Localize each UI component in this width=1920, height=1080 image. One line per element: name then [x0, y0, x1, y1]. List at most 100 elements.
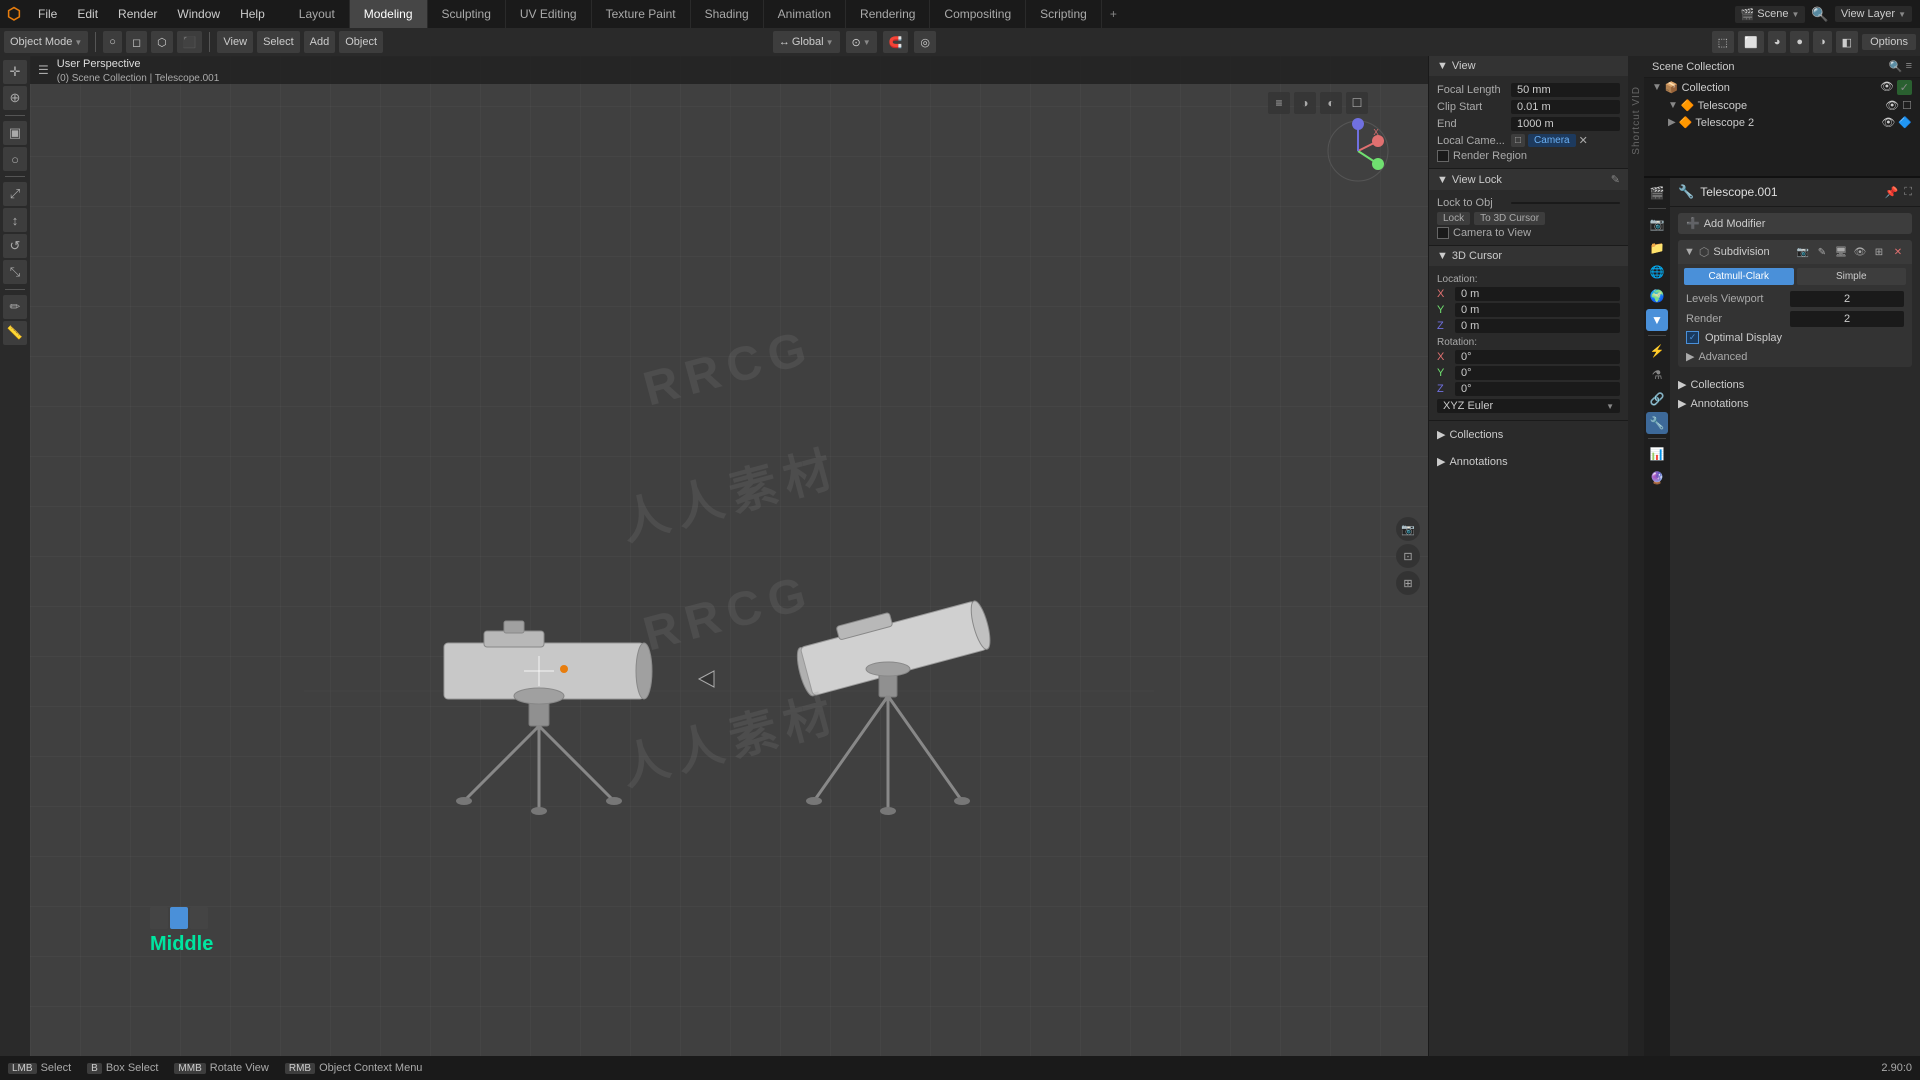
rt-render-icon[interactable]: 📷 — [1646, 213, 1668, 235]
shading-wire-btn[interactable]: ⬚ — [1712, 31, 1734, 53]
viewport[interactable]: RRCG 人人素材 RRCG 人人素材 ☰ User Perspective (… — [30, 56, 1428, 1056]
view-layer-selector[interactable]: View Layer ▼ — [1835, 6, 1912, 22]
rt-physics-icon[interactable]: ⚗ — [1646, 364, 1668, 386]
nav-perspective-btn[interactable]: ⊡ — [1396, 544, 1420, 568]
optimal-display-checkbox[interactable]: ✓ — [1686, 331, 1699, 344]
outline-item-collection[interactable]: ▼ 📦 Collection 👁 ✓ — [1644, 78, 1920, 97]
lock-btn[interactable]: Lock — [1437, 212, 1470, 225]
overlay-btn[interactable]: ◑ — [1813, 31, 1832, 53]
nav-local-btn[interactable]: ⊞ — [1396, 571, 1420, 595]
outline-filter-icon[interactable]: ≡ — [1906, 60, 1912, 73]
rt-modifiers-icon[interactable]: 🔧 — [1646, 412, 1668, 434]
scene-selector[interactable]: 🎬 Scene ▼ — [1735, 6, 1806, 23]
lock-to-obj-value[interactable] — [1511, 202, 1620, 204]
telescope2-eye-icon[interactable]: 👁 — [1881, 116, 1895, 129]
rotation-mode-value[interactable]: XYZ Euler ▼ — [1437, 399, 1620, 413]
tab-layout[interactable]: Layout — [285, 0, 350, 28]
select-mode-btn-2[interactable]: ⬡ — [151, 31, 173, 53]
modifier-collapse-arrow[interactable]: ▼ — [1684, 246, 1695, 258]
move-tool-btn[interactable]: ⊕ — [3, 86, 27, 110]
cursor-ry-value[interactable]: 0° — [1455, 366, 1620, 380]
rt-output-icon[interactable]: 📁 — [1646, 237, 1668, 259]
rt-constraints-icon[interactable]: 🔗 — [1646, 388, 1668, 410]
cursor-rz-value[interactable]: 0° — [1455, 382, 1620, 396]
npanel-view-header[interactable]: ▼ View — [1429, 56, 1628, 76]
cursor-tool-btn[interactable]: ✛ — [3, 60, 27, 84]
clip-start-value[interactable]: 0.01 m — [1511, 100, 1620, 114]
menu-window[interactable]: Window — [167, 0, 230, 28]
shading-material-btn[interactable]: ◕ — [1768, 31, 1787, 53]
outline-item-telescope2[interactable]: ▶ 🔶 Telescope 2 👁 🔷 — [1644, 114, 1920, 131]
add-menu-btn[interactable]: Add — [304, 31, 336, 53]
vp-xray-btn[interactable]: ☐ — [1346, 92, 1368, 114]
shading-solid-btn[interactable]: ⬜ — [1738, 31, 1764, 53]
collection-check-icon[interactable]: ✓ — [1897, 80, 1912, 95]
camera-to-view-checkbox[interactable] — [1437, 227, 1449, 239]
catmull-clark-btn[interactable]: Catmull-Clark — [1684, 268, 1794, 285]
options-btn[interactable]: Options — [1862, 34, 1916, 50]
collections-toggle[interactable]: ▶ Collections — [1429, 425, 1628, 444]
npanel-cursor-header[interactable]: ▼ 3D Cursor — [1429, 246, 1628, 266]
menu-help[interactable]: Help — [230, 0, 275, 28]
mod-expand-icon[interactable]: ⊞ — [1871, 244, 1887, 260]
vp-view-btn[interactable]: ≡ — [1268, 92, 1290, 114]
local-cam-toggle[interactable]: □ — [1511, 134, 1525, 147]
object-mode-btn[interactable]: Object Mode ▼ — [4, 31, 88, 53]
cursor-z-value[interactable]: 0 m — [1455, 319, 1620, 333]
camera-x-btn[interactable]: ✕ — [1579, 134, 1588, 147]
menu-render[interactable]: Render — [108, 0, 167, 28]
add-modifier-btn[interactable]: ➕ Add Modifier — [1678, 213, 1912, 234]
advanced-row[interactable]: ▶ Advanced — [1678, 346, 1912, 367]
select-mode-btn-1[interactable]: ◻ — [126, 31, 147, 53]
simple-btn[interactable]: Simple — [1797, 268, 1907, 285]
rt-world-icon[interactable]: 🌍 — [1646, 285, 1668, 307]
rt-object-icon[interactable]: ▼ — [1646, 309, 1668, 331]
viewport-menu-btn[interactable]: ☰ — [38, 63, 49, 77]
mod-camera-icon[interactable]: 📷 — [1795, 244, 1811, 260]
transform-global-btn[interactable]: ↔ Global ▼ — [773, 31, 840, 53]
focal-value[interactable]: 50 mm — [1511, 83, 1620, 97]
obj-expand-icon[interactable]: ⛶ — [1904, 186, 1912, 199]
rt-scene-icon[interactable]: 🎬 — [1646, 182, 1668, 204]
rt-data-icon[interactable]: 📊 — [1646, 443, 1668, 465]
select-menu-btn[interactable]: Select — [257, 31, 300, 53]
proportional-btn[interactable]: ◎ — [914, 31, 936, 53]
vp-shading-btn[interactable]: ◑ — [1294, 92, 1316, 114]
tab-scripting[interactable]: Scripting — [1026, 0, 1102, 28]
outline-item-telescope[interactable]: ▼ 🔶 Telescope 👁 ☐ — [1644, 97, 1920, 114]
shading-render-btn[interactable]: ● — [1790, 31, 1809, 53]
cursor-x-value[interactable]: 0 m — [1455, 287, 1620, 301]
cursor-y-value[interactable]: 0 m — [1455, 303, 1620, 317]
tab-uv-editing[interactable]: UV Editing — [506, 0, 592, 28]
transform-btn[interactable]: ⤢ — [3, 182, 27, 206]
object-menu-btn[interactable]: Object — [339, 31, 383, 53]
menu-edit[interactable]: Edit — [67, 0, 108, 28]
nav-camera-btn[interactable]: 📷 — [1396, 517, 1420, 541]
tab-modeling[interactable]: Modeling — [350, 0, 428, 28]
tab-compositing[interactable]: Compositing — [930, 0, 1026, 28]
view-menu-btn[interactable]: View — [217, 31, 253, 53]
select-circle-btn[interactable]: ○ — [3, 147, 27, 171]
xray-btn[interactable]: ◧ — [1836, 31, 1858, 53]
tab-texture-paint[interactable]: Texture Paint — [592, 0, 691, 28]
telescope-check-icon[interactable]: ☐ — [1902, 99, 1912, 112]
collection-eye-icon[interactable]: 👁 — [1880, 80, 1894, 95]
annotations-prop-toggle[interactable]: ▶ Annotations — [1670, 394, 1920, 413]
rt-particles-icon[interactable]: ⚡ — [1646, 340, 1668, 362]
viewlock-edit-icon[interactable]: ✎ — [1611, 173, 1620, 186]
render-region-checkbox[interactable] — [1437, 150, 1449, 162]
rotate-btn[interactable]: ↺ — [3, 234, 27, 258]
to-3d-cursor-btn[interactable]: To 3D Cursor — [1474, 212, 1545, 225]
telescope-eye-icon[interactable]: 👁 — [1885, 99, 1899, 112]
clip-end-value[interactable]: 1000 m — [1511, 117, 1620, 131]
mod-realtime-icon[interactable]: 👁 — [1852, 244, 1868, 260]
annotate-btn[interactable]: ✏ — [3, 295, 27, 319]
select-box-btn[interactable]: ▣ — [3, 121, 27, 145]
mod-x-btn[interactable]: ✕ — [1890, 244, 1906, 260]
menu-file[interactable]: File — [28, 0, 67, 28]
vp-overlay-btn[interactable]: ◐ — [1320, 92, 1342, 114]
tab-sculpting[interactable]: Sculpting — [428, 0, 506, 28]
search-btn[interactable]: 🔍 — [1811, 6, 1828, 23]
snap-btn[interactable]: 🧲 — [883, 31, 909, 53]
collections-prop-toggle[interactable]: ▶ Collections — [1670, 375, 1920, 394]
